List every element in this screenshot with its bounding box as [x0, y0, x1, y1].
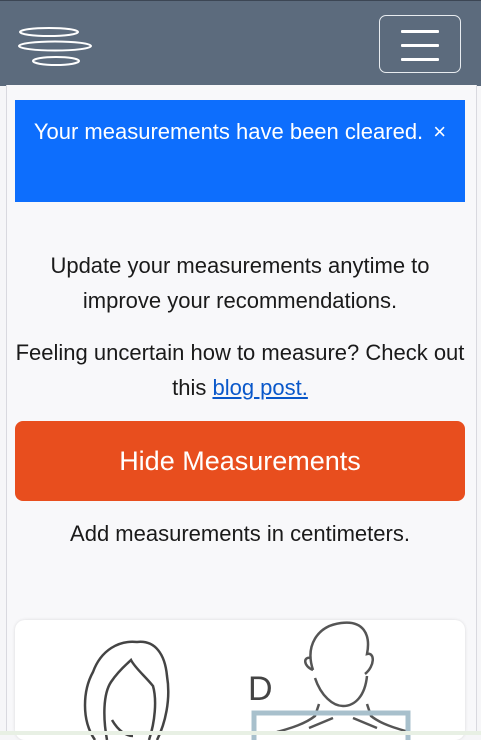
measurement-diagram-card: D [15, 620, 465, 740]
measurement-diagram: D [83, 621, 411, 740]
female-figure-icon [83, 640, 170, 740]
menu-toggle-button[interactable] [379, 15, 461, 73]
blog-post-link[interactable]: blog post. [212, 375, 307, 400]
marker-label: D [248, 670, 273, 708]
alert-close-icon[interactable]: × [433, 119, 446, 144]
logo-icon[interactable] [16, 25, 96, 69]
bottom-strip [0, 731, 481, 735]
cleared-alert: Your measurements have been cleared. × [15, 100, 465, 202]
alert-message: Your measurements have been cleared. [33, 119, 424, 144]
hamburger-menu-icon [401, 30, 439, 33]
male-figure-icon [276, 621, 410, 734]
measurement-guide: D [248, 670, 411, 740]
intro-text: Update your measurements anytime to impr… [50, 253, 430, 313]
units-note: Add measurements in centimeters. [70, 521, 410, 546]
help-text: Feeling uncertain how to measure? Check … [15, 335, 465, 405]
hide-measurements-button[interactable]: Hide Measurements [15, 421, 465, 501]
navbar [0, 0, 481, 86]
